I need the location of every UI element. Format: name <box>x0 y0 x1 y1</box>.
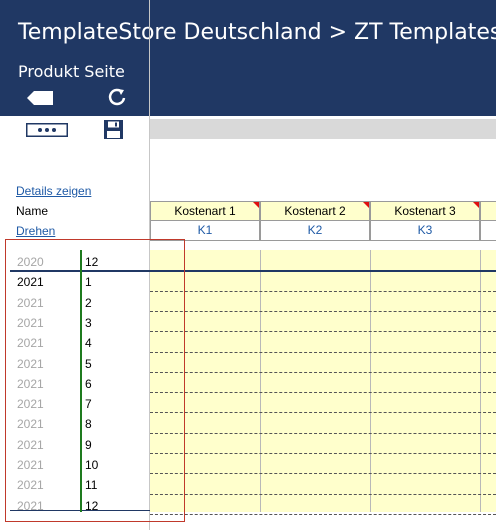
refresh-icon[interactable] <box>107 88 127 108</box>
row-separator <box>150 352 496 353</box>
column-code-k2: K2 <box>260 221 370 241</box>
row-separator <box>150 311 496 312</box>
page-title: TemplateStore Deutschland > ZT Templates <box>18 20 496 45</box>
row-separator <box>150 291 496 292</box>
row-separator <box>150 514 496 515</box>
column-header-label: Kostenart 2 <box>284 204 346 218</box>
column-header-k2[interactable]: Kostenart 2 <box>260 201 370 221</box>
row-separator <box>150 412 496 413</box>
column-header-k3[interactable]: Kostenart 3 <box>370 201 480 221</box>
name-label: Name <box>16 204 49 218</box>
comment-indicator <box>473 202 479 208</box>
details-link[interactable]: Details zeigen <box>16 184 91 198</box>
row-separator <box>150 331 496 332</box>
row-separator <box>150 392 496 393</box>
column-header-k4[interactable] <box>480 201 496 221</box>
column-header-label: Kostenart 3 <box>394 204 456 218</box>
column-code-k1: K1 <box>150 221 260 241</box>
rotate-link[interactable]: Drehen <box>16 224 55 238</box>
more-icon[interactable] <box>26 123 68 137</box>
back-icon[interactable] <box>27 91 53 105</box>
header-bar: TemplateStore Deutschland > ZT Templates… <box>0 0 496 116</box>
column-code-k3: K3 <box>370 221 480 241</box>
column-header-label: Kostenart 1 <box>174 204 236 218</box>
save-icon[interactable] <box>104 120 123 139</box>
page-subtitle: Produkt Seite <box>18 62 125 81</box>
row-separator <box>150 494 496 495</box>
column-header-k1[interactable]: Kostenart 1 <box>150 201 260 221</box>
row-separator <box>150 473 496 474</box>
comment-indicator <box>363 202 369 208</box>
row-separator <box>150 453 496 454</box>
row-separator <box>150 372 496 373</box>
toolbar-band <box>150 119 496 139</box>
comment-indicator <box>253 202 259 208</box>
row-separator <box>150 433 496 434</box>
highlight-box <box>5 239 185 522</box>
column-code-k4 <box>480 221 496 241</box>
